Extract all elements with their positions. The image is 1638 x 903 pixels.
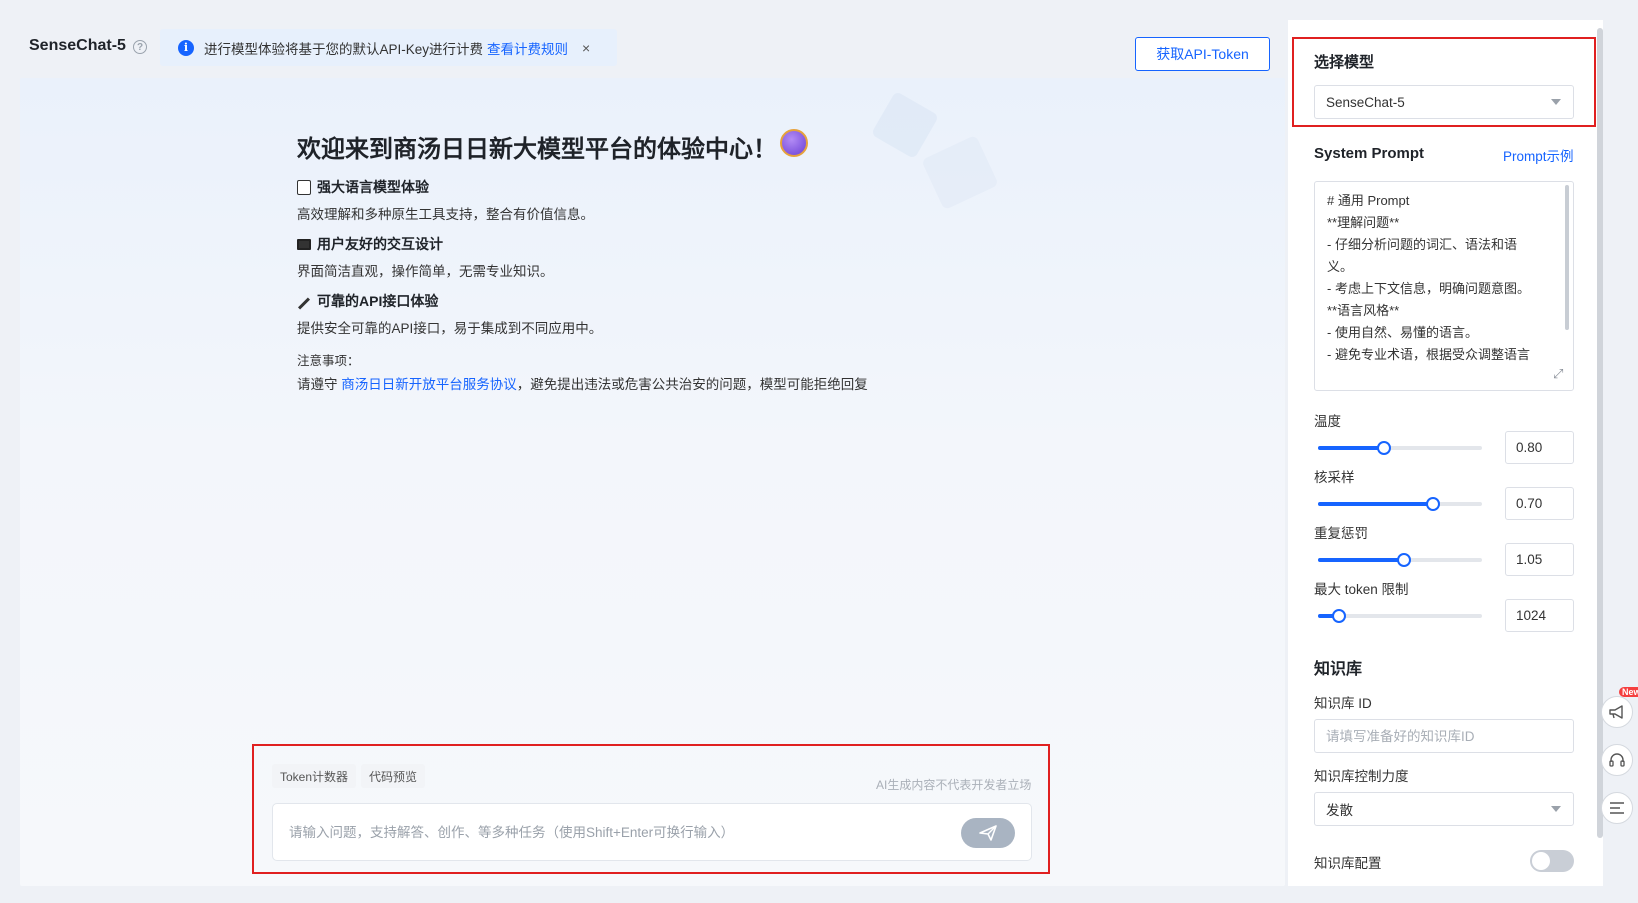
- help-icon[interactable]: ?: [133, 40, 147, 54]
- code-preview-chip[interactable]: 代码预览: [361, 764, 426, 788]
- model-section-title: 选择模型: [1314, 54, 1375, 71]
- feature-title: 可靠的API接口体验: [317, 293, 439, 309]
- prompt-scrollbar[interactable]: [1565, 185, 1569, 330]
- system-prompt-textarea[interactable]: # 通用 Prompt **理解问题** - 仔细分析问题的词汇、语法和语 义。…: [1314, 181, 1574, 391]
- prompt-line: - 避免专业术语，根据受众调整语言: [1327, 347, 1530, 362]
- billing-rules-link[interactable]: 查看计费规则: [487, 38, 568, 58]
- temperature-input[interactable]: 0.80: [1505, 431, 1574, 464]
- note-label: 注意事项：: [297, 354, 360, 368]
- prompt-line: **理解问题**: [1327, 215, 1400, 230]
- slider-fill: [1318, 502, 1433, 506]
- param-label-repetition-penalty: 重复惩罚: [1314, 526, 1368, 541]
- support-button[interactable]: [1601, 744, 1633, 776]
- feature-desc: 提供安全可靠的API接口，易于集成到不同应用中。: [297, 321, 603, 336]
- chat-input[interactable]: [289, 824, 949, 840]
- close-icon[interactable]: ×: [582, 40, 590, 56]
- toggle-knob: [1532, 852, 1550, 870]
- kb-config-label: 知识库配置: [1314, 856, 1382, 871]
- repetition-penalty-slider[interactable]: [1318, 553, 1482, 567]
- list-icon: [1610, 802, 1624, 814]
- slider-handle[interactable]: [1425, 497, 1440, 511]
- feature-desc: 界面简洁直观，操作简单，无需专业知识。: [297, 264, 554, 279]
- slider-fill: [1318, 446, 1384, 450]
- info-icon: i: [178, 39, 194, 56]
- slider-handle[interactable]: [1376, 441, 1391, 455]
- feature-item: 强大语言模型体验 高效理解和多种原生工具支持，整合有价值信息。: [297, 177, 594, 223]
- billing-notice: i 进行模型体验将基于您的默认API-Key进行计费 查看计费规则 ×: [160, 29, 617, 66]
- megaphone-icon: [1609, 705, 1623, 719]
- menu-button[interactable]: [1601, 792, 1633, 824]
- slider-handle[interactable]: [1397, 553, 1412, 567]
- max-tokens-slider[interactable]: [1318, 609, 1482, 623]
- prompt-line: - 仔细分析问题的词汇、语法和语: [1327, 237, 1517, 252]
- chevron-down-icon: [1551, 806, 1561, 812]
- kb-config-toggle[interactable]: [1530, 850, 1574, 872]
- send-icon: [979, 825, 997, 841]
- kb-control-select[interactable]: 发散: [1314, 792, 1574, 826]
- feature-desc: 高效理解和多种原生工具支持，整合有价值信息。: [297, 207, 594, 222]
- prompt-example-link[interactable]: Prompt示例: [1503, 145, 1574, 165]
- note-suffix: ，避免提出违法或危害公共治安的问题，模型可能拒绝回复: [516, 377, 868, 392]
- max-tokens-input[interactable]: 1024: [1505, 599, 1574, 632]
- kb-control-value: 发散: [1326, 803, 1353, 818]
- kb-id-label: 知识库 ID: [1314, 696, 1372, 711]
- kb-section-title: 知识库: [1314, 661, 1363, 678]
- send-button[interactable]: [961, 818, 1015, 848]
- headset-icon: [1609, 753, 1625, 767]
- monitor-icon: [297, 238, 311, 250]
- chevron-down-icon: [1551, 99, 1561, 105]
- feature-title: 用户友好的交互设计: [317, 236, 443, 252]
- feature-item: 可靠的API接口体验 提供安全可靠的API接口，易于集成到不同应用中。: [297, 291, 602, 337]
- notice-text: 进行模型体验将基于您的默认API-Key进行计费: [204, 41, 484, 57]
- param-label-max-tokens: 最大 token 限制: [1314, 582, 1409, 597]
- app-title: SenseChat-5: [29, 37, 126, 54]
- model-select-value: SenseChat-5: [1326, 94, 1405, 110]
- param-label-temperature: 温度: [1314, 414, 1341, 429]
- prompt-line: # 通用 Prompt: [1327, 193, 1410, 208]
- feature-title: 强大语言模型体验: [317, 179, 429, 195]
- repetition-penalty-input[interactable]: 1.05: [1505, 543, 1574, 576]
- kb-id-field: [1314, 719, 1574, 753]
- announcement-button[interactable]: [1601, 696, 1633, 728]
- model-select[interactable]: SenseChat-5: [1314, 85, 1574, 119]
- welcome-title: 欢迎来到商汤日日新大模型平台的体验中心！: [297, 136, 777, 163]
- param-label-top-p: 核采样: [1314, 470, 1355, 485]
- service-agreement-link[interactable]: 商汤日日新开放平台服务协议: [341, 377, 517, 392]
- token-counter-chip[interactable]: Token计数器: [272, 764, 357, 788]
- ai-disclaimer: AI生成内容不代表开发者立场: [876, 778, 1032, 792]
- prompt-line: 义。: [1327, 259, 1354, 274]
- note-text: 请遵守 商汤日日新开放平台服务协议，避免提出违法或危害公共治安的问题，模型可能拒…: [297, 373, 868, 393]
- slider-handle[interactable]: [1331, 609, 1346, 623]
- slider-fill: [1318, 558, 1405, 562]
- get-api-token-button[interactable]: 获取API-Token: [1135, 37, 1270, 71]
- pen-icon: [297, 296, 311, 310]
- top-p-input[interactable]: 0.70: [1505, 487, 1574, 520]
- kb-id-input[interactable]: [1326, 728, 1556, 744]
- document-icon: [297, 179, 311, 195]
- prompt-line: - 使用自然、易懂的语言。: [1327, 325, 1478, 340]
- new-badge: New: [1619, 687, 1638, 697]
- top-p-slider[interactable]: [1318, 497, 1482, 511]
- chat-input-box: [272, 803, 1032, 861]
- note-prefix: 请遵守: [297, 377, 338, 392]
- system-prompt-title: System Prompt: [1314, 145, 1425, 162]
- kb-control-label: 知识库控制力度: [1314, 769, 1409, 784]
- feature-item: 用户友好的交互设计 界面简洁直观，操作简单，无需专业知识。: [297, 234, 554, 280]
- temperature-slider[interactable]: [1318, 441, 1482, 455]
- crystal-ball-icon: [780, 129, 808, 157]
- prompt-line: - 考虑上下文信息，明确问题意图。: [1327, 281, 1530, 296]
- prompt-line: **语言风格**: [1327, 303, 1400, 318]
- expand-icon[interactable]: ⤢: [1553, 366, 1563, 382]
